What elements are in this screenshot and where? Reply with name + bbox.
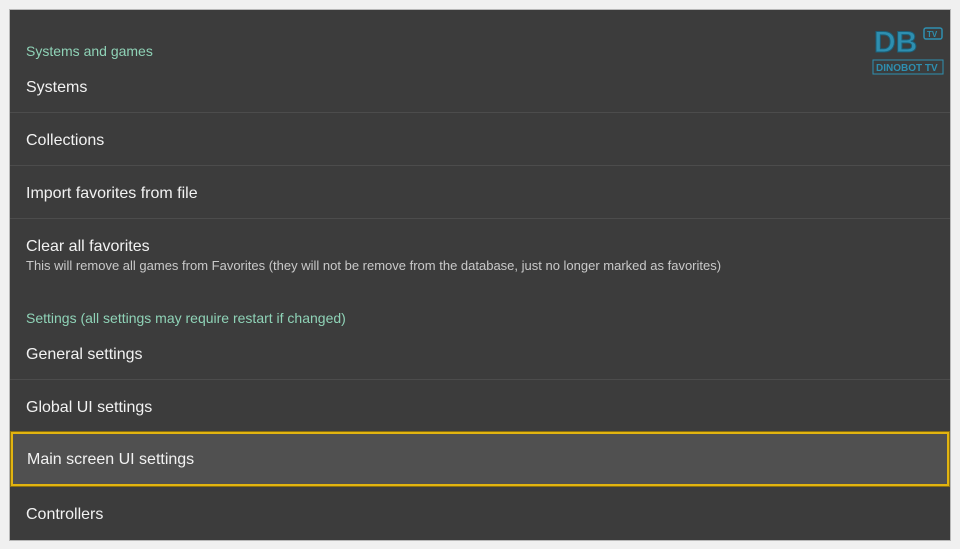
menu-item-clear-favorites[interactable]: Clear all favorites This will remove all… <box>10 219 950 289</box>
menu-item-clear-favorites-label: Clear all favorites <box>26 238 150 255</box>
menu-item-controllers[interactable]: Controllers <box>10 487 950 540</box>
menu-item-general-settings-label: General settings <box>26 346 143 363</box>
menu-item-systems[interactable]: Systems <box>10 60 950 113</box>
menu-item-global-ui-settings[interactable]: Global UI settings <box>10 380 950 433</box>
menu-item-general-settings[interactable]: General settings <box>10 327 950 380</box>
menu-item-systems-label: Systems <box>26 79 88 96</box>
section-header-settings: Settings (all settings may require resta… <box>26 310 346 326</box>
menu-item-collections-label: Collections <box>26 132 105 149</box>
menu-item-global-ui-settings-label: Global UI settings <box>26 399 153 416</box>
menu-item-collections[interactable]: Collections <box>10 113 950 166</box>
menu-item-controllers-label: Controllers <box>26 506 104 523</box>
menu-item-main-screen-ui-settings-label: Main screen UI settings <box>27 451 195 468</box>
menu-item-import-favorites[interactable]: Import favorites from file <box>10 166 950 219</box>
logo-brand: DINOBOT TV <box>876 63 938 74</box>
logo-mark: DB <box>874 26 917 59</box>
section-header-systems: Systems and games <box>26 43 153 59</box>
dinobot-tv-logo: DB TV DINOBOT TV <box>872 18 950 82</box>
logo-badge: TV <box>927 30 938 39</box>
menu-item-clear-favorites-description: This will remove all games from Favorite… <box>26 258 722 273</box>
menu-item-main-screen-ui-settings[interactable]: Main screen UI settings <box>10 431 950 487</box>
menu-item-import-favorites-label: Import favorites from file <box>26 185 198 202</box>
settings-panel: Systems and games Systems Collections Im… <box>10 10 950 540</box>
